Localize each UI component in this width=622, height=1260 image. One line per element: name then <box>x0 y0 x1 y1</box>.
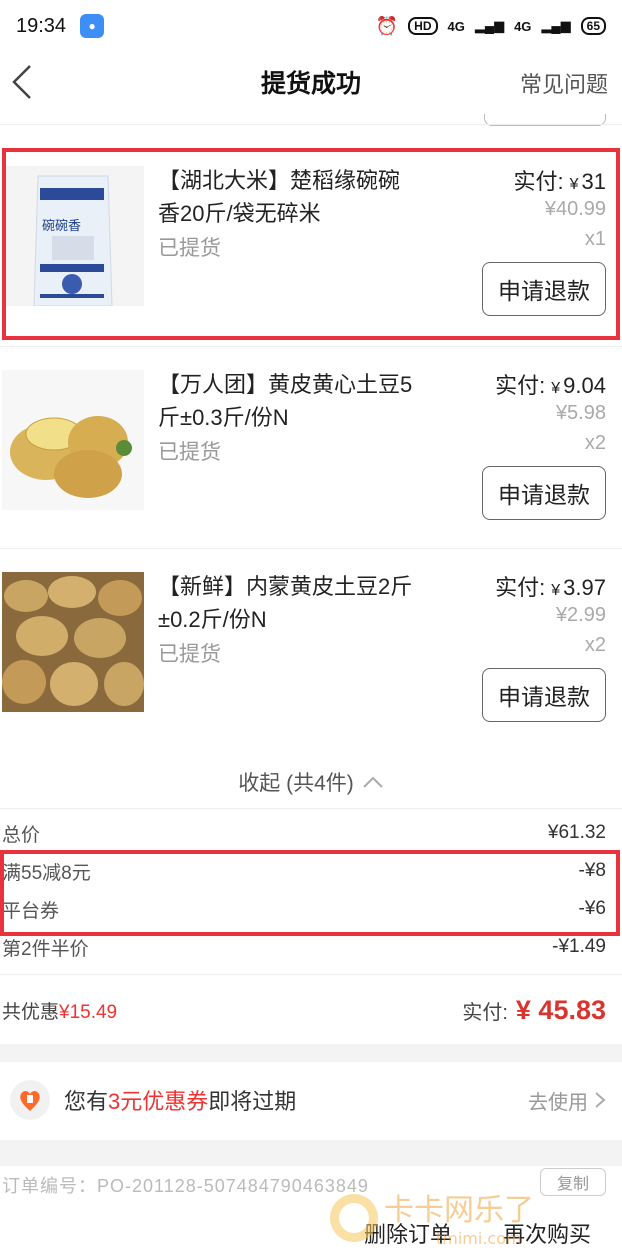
paid-currency: ¥ <box>551 582 561 599</box>
saved-value: ¥15.49 <box>59 1001 118 1023</box>
quantity: x2 <box>584 432 606 454</box>
coupon-text: 您有3元优惠券即将过期 <box>64 1084 296 1116</box>
final-amount: ¥ 45.83 <box>515 994 606 1025</box>
order-item-potato-yellow[interactable]: 【万人团】黄皮黄心土豆5斤±0.3斤/份N 已提货 实付: ¥9.04 ¥5.98… <box>0 356 622 546</box>
refund-button[interactable]: 申请退款 <box>482 466 606 520</box>
summary-label: 总价 <box>2 824 41 846</box>
order-number: 订单编号：PO-201128-507484790463849 <box>2 1176 369 1196</box>
collapse-items-toggle[interactable]: 收起 (共4件) <box>0 760 622 804</box>
coupon-reminder[interactable]: 您有3元优惠券即将过期 去使用 <box>0 1062 622 1138</box>
summary-total-price: 总价 ¥61.32 <box>0 814 622 852</box>
app-notification-icon: ● <box>80 14 105 38</box>
paid-label: 实付: <box>495 575 546 600</box>
battery-indicator: 65 <box>580 17 606 35</box>
order-item-potato-fresh[interactable]: 【新鲜】内蒙黄皮土豆2斤±0.2斤/份N 已提货 实付: ¥3.97 ¥2.99 … <box>0 558 622 748</box>
watermark-logo: 卡卡网乐了 tmimi.com <box>330 1193 534 1248</box>
original-price: ¥5.98 <box>555 402 606 424</box>
product-thumb-potato-pile <box>2 572 144 712</box>
watermark-url: tmimi.com <box>436 1229 522 1248</box>
total-saved: 共优惠¥15.49 <box>2 997 117 1024</box>
product-name[interactable]: 【新鲜】内蒙黄皮土豆2斤±0.2斤/份N <box>158 570 420 636</box>
summary-value: -¥1.49 <box>552 936 606 957</box>
pickup-status: 已提货 <box>158 643 221 666</box>
total-paid: 实付: ¥ 45.83 <box>462 995 606 1026</box>
quantity: x2 <box>584 634 606 656</box>
highlight-box-discounts <box>0 850 620 936</box>
page-title: 提货成功 <box>260 70 361 98</box>
divider <box>0 346 622 347</box>
alarm-icon: ⏰ <box>375 15 399 36</box>
signal-1-icon: ▂▄▆ <box>474 18 505 33</box>
chevron-right-icon <box>595 1092 606 1108</box>
highlight-box-item <box>2 148 620 340</box>
watermark-text: 卡卡网乐了 <box>384 1193 534 1228</box>
chevron-up-icon <box>363 776 383 788</box>
product-thumb-potato <box>2 370 144 510</box>
coupon-heart-icon <box>10 1080 50 1120</box>
back-arrow-icon[interactable] <box>10 62 40 102</box>
paid-value: 3.97 <box>563 575 606 600</box>
coupon-amount: 3元优惠券 <box>108 1089 209 1114</box>
divider <box>0 548 622 549</box>
summary-label: 第2件半价 <box>2 938 89 960</box>
product-name[interactable]: 【万人团】黄皮黄心土豆5斤±0.3斤/份N <box>158 368 420 434</box>
collapse-label: 收起 (共4件) <box>238 772 354 795</box>
pickup-status: 已提货 <box>158 441 221 464</box>
faq-link[interactable]: 常见问题 <box>520 67 608 99</box>
signal-2-icon: ▂▄▆ <box>541 18 571 33</box>
section-gap <box>0 1140 622 1166</box>
paid-amount: 实付: ¥3.97 <box>495 570 606 602</box>
signal-2-label: 4G <box>514 18 532 34</box>
summary-value: ¥61.32 <box>547 822 606 843</box>
refund-button[interactable]: 申请退款 <box>482 668 606 722</box>
original-price: ¥2.99 <box>555 604 606 626</box>
signal-1-label: 4G <box>447 18 465 34</box>
coupon-prefix: 您有 <box>64 1089 109 1114</box>
use-coupon-label: 去使用 <box>528 1091 588 1114</box>
page-header: 提货成功 常见问题 <box>0 52 622 112</box>
status-bar: 19:34 ● ⏰ HD 4G ▂▄▆ 4G ▂▄▆ 65 <box>0 0 622 52</box>
section-gap <box>0 1044 622 1062</box>
paid-label: 实付: <box>495 373 546 398</box>
order-totals: 共优惠¥15.49 实付: ¥ 45.83 <box>0 978 622 1042</box>
paid-currency: ¥ <box>551 380 561 397</box>
status-time: 19:34 <box>16 14 67 37</box>
divider <box>0 124 622 125</box>
paid-amount: 实付: ¥9.04 <box>495 368 606 400</box>
divider <box>0 808 622 809</box>
coupon-suffix: 即将过期 <box>208 1089 297 1114</box>
use-coupon-link[interactable]: 去使用 <box>528 1086 606 1115</box>
paid-value: 9.04 <box>563 373 606 398</box>
hd-badge: HD <box>408 17 438 35</box>
saved-label: 共优惠 <box>2 1001 60 1023</box>
divider <box>0 974 622 975</box>
final-label: 实付: <box>462 1001 508 1024</box>
